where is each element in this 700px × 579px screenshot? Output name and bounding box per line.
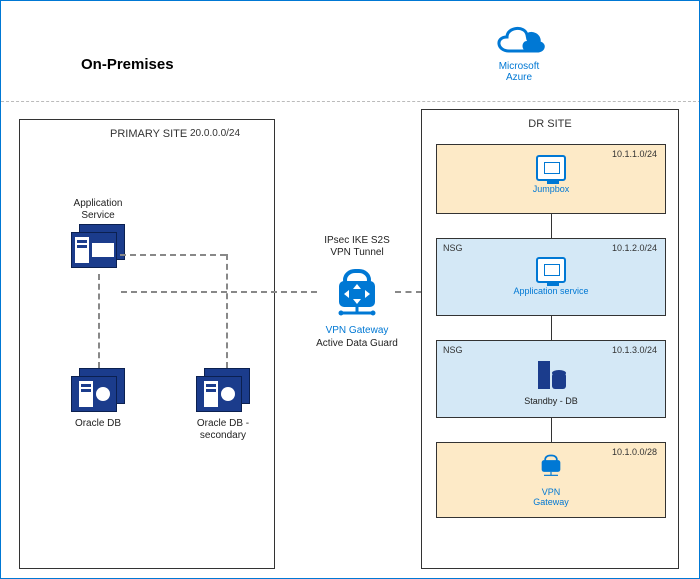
connector	[120, 254, 226, 256]
subnet-jumpbox: 10.1.1.0/24 Jumpbox	[436, 144, 666, 214]
connector	[98, 274, 100, 368]
primary-site-box: PRIMARY SITE 20.0.0.0/24 ApplicationServ…	[19, 119, 275, 569]
oracle-db-node: Oracle DB	[58, 368, 138, 430]
oracle-db-secondary-node: Oracle DB -secondary	[178, 368, 268, 441]
subnet-cidr: 10.1.3.0/24	[612, 345, 657, 355]
vpn-gateway-label: VPN Gateway	[307, 325, 407, 336]
active-data-guard-label: Active Data Guard	[307, 338, 407, 349]
subnet-app-service: NSG 10.1.2.0/24 Application service	[436, 238, 666, 316]
azure-label: Microsoft Azure	[491, 61, 547, 83]
subnet-standby-db: NSG 10.1.3.0/24 Standby - DB	[436, 340, 666, 418]
vpn-gateway-icon	[333, 265, 381, 321]
connector	[551, 214, 552, 238]
azure-cloud-icon: Microsoft Azure	[491, 21, 547, 83]
connector	[551, 418, 552, 442]
nsg-label: NSG	[443, 243, 463, 253]
vpn-tunnel-label: IPsec IKE S2SVPN Tunnel	[307, 235, 407, 259]
vpn-gateway-node: IPsec IKE S2SVPN Tunnel VPN Gateway Acti…	[307, 235, 407, 349]
divider	[1, 101, 700, 102]
dr-site-box: DR SITE 10.1.1.0/24 Jumpbox NSG 10.1.2.0…	[421, 109, 679, 569]
vm-icon	[536, 257, 566, 283]
oracle-db-secondary-label: Oracle DB -secondary	[178, 418, 268, 441]
subnet-vpn-gateway: 10.1.0.0/28 VPNGateway	[436, 442, 666, 518]
connector	[551, 316, 552, 340]
vm-icon	[536, 155, 566, 181]
subnet-caption: Standby - DB	[437, 397, 665, 407]
database-server-icon	[534, 359, 568, 393]
server-stack-icon	[71, 368, 125, 412]
server-stack-icon	[196, 368, 250, 412]
nsg-label: NSG	[443, 345, 463, 355]
vpn-gateway-icon	[537, 453, 565, 479]
primary-cidr: 20.0.0.0/24	[190, 128, 240, 139]
subnet-caption: Jumpbox	[437, 185, 665, 195]
connector-onprem-to-vpn	[121, 291, 317, 293]
oracle-db-label: Oracle DB	[58, 418, 138, 430]
app-service-label: ApplicationService	[58, 198, 138, 221]
subnet-caption: VPNGateway	[437, 488, 665, 508]
app-service-node: ApplicationService	[58, 198, 138, 268]
onprem-heading: On-Premises	[81, 56, 174, 73]
dr-site-title: DR SITE	[422, 118, 678, 130]
subnet-caption: Application service	[437, 287, 665, 297]
connector	[226, 254, 228, 368]
subnet-cidr: 10.1.2.0/24	[612, 243, 657, 253]
primary-site-title: PRIMARY SITE	[110, 128, 187, 140]
architecture-diagram: On-Premises Microsoft Azure PRIMARY SITE…	[0, 0, 700, 579]
cloud-icon	[491, 21, 547, 57]
server-stack-icon	[71, 224, 125, 268]
